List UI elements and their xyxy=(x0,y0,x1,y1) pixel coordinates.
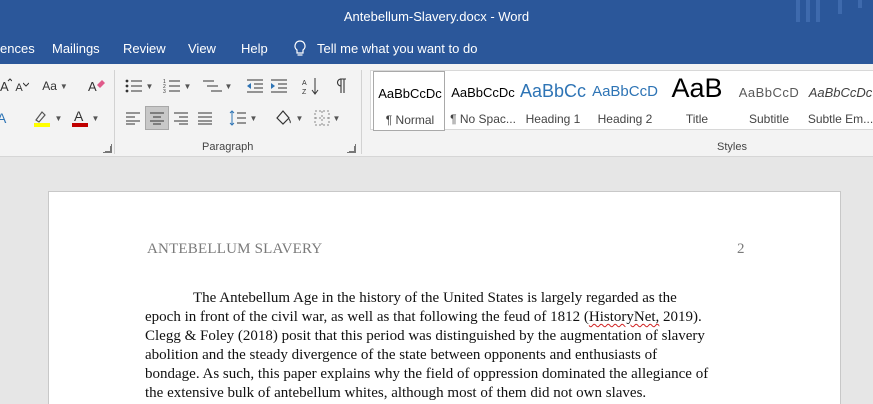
chevron-down-icon: ▼ xyxy=(332,113,341,123)
document-body[interactable]: The Antebellum Age in the history of the… xyxy=(145,289,750,403)
align-left-button[interactable] xyxy=(122,107,144,129)
text-line: Clegg & Foley (2018) posit that this per… xyxy=(145,328,705,344)
show-formatting-marks-button[interactable] xyxy=(332,75,350,97)
tell-me-box[interactable]: Tell me what you want to do xyxy=(293,40,477,56)
style-name: Heading 2 xyxy=(597,112,653,126)
style-subtitle[interactable]: AaBbCcD Subtitle xyxy=(733,71,805,131)
spelling-error[interactable]: HistoryNet, xyxy=(589,309,659,325)
styles-group-label: Styles xyxy=(717,141,747,153)
multilevel-list-button[interactable]: ▼ xyxy=(200,75,234,97)
change-case-label: Aa xyxy=(42,79,57,93)
style-preview: AaB xyxy=(671,73,723,103)
align-center-button[interactable] xyxy=(145,106,169,130)
styles-gallery: AaBbCcDc ¶ Normal AaBbCcDc ¶ No Spac... … xyxy=(370,70,873,131)
style-preview: AaBbCcDc xyxy=(451,85,515,100)
chevron-down-icon: ▼ xyxy=(295,113,304,123)
paragraph-dialog-launcher[interactable] xyxy=(347,144,356,153)
group-separator xyxy=(114,70,115,154)
ribbon-tabs: ences Mailings Review View Help Tell me … xyxy=(0,34,873,64)
text-run: 2019). xyxy=(659,309,702,325)
title-bar: Antebellum-Slavery.docx - Word xyxy=(0,0,873,34)
tab-help[interactable]: Help xyxy=(241,41,268,56)
style-title[interactable]: AaB Title xyxy=(661,71,733,131)
style-name: ¶ No Spac... xyxy=(450,112,516,126)
text-effects-button[interactable]: A xyxy=(0,107,10,129)
svg-text:A: A xyxy=(88,79,97,94)
text-line: The Antebellum Age in the history of the… xyxy=(193,290,677,306)
style-name: Heading 1 xyxy=(525,112,581,126)
group-separator xyxy=(361,70,362,154)
chevron-down-icon: ▼ xyxy=(183,81,192,91)
grow-font-button[interactable]: A xyxy=(0,75,12,97)
page-number: 2 xyxy=(737,241,745,257)
document-page[interactable]: ANTEBELLUM SLAVERY 2 The Antebellum Age … xyxy=(48,191,841,404)
align-right-button[interactable] xyxy=(170,107,192,129)
increase-indent-button[interactable] xyxy=(268,75,290,97)
numbering-button[interactable]: 1 2 3 ▼ xyxy=(160,75,194,97)
svg-text:3: 3 xyxy=(163,89,166,94)
style-name: ¶ Normal xyxy=(385,113,435,127)
text-line: the extensive bulk of antebellum whites,… xyxy=(145,385,647,401)
style-heading-2[interactable]: AaBbCcD Heading 2 xyxy=(589,71,661,131)
style-name: Title xyxy=(685,112,709,126)
window-title: Antebellum-Slavery.docx - Word xyxy=(343,9,530,24)
chevron-down-icon: ▼ xyxy=(224,81,233,91)
tab-review[interactable]: Review xyxy=(123,41,166,56)
bullets-button[interactable]: ▼ xyxy=(122,75,156,97)
style-name: Subtle Em... xyxy=(807,112,873,126)
tab-view[interactable]: View xyxy=(188,41,216,56)
svg-text:Z: Z xyxy=(302,89,307,95)
style-normal[interactable]: AaBbCcDc ¶ Normal xyxy=(373,71,445,131)
title-decoration xyxy=(806,0,810,22)
style-preview: AaBbCcDc xyxy=(378,86,442,101)
tell-me-text: Tell me what you want to do xyxy=(317,40,478,56)
page-header: ANTEBELLUM SLAVERY xyxy=(147,241,323,257)
chevron-down-icon: ▼ xyxy=(59,81,68,91)
sort-button[interactable]: AZ xyxy=(300,75,322,97)
decrease-indent-button[interactable] xyxy=(244,75,266,97)
justify-button[interactable] xyxy=(194,107,216,129)
text-line: bondage. As such, this paper explains wh… xyxy=(145,366,709,382)
text-line: abolition and the steady divergence of t… xyxy=(145,347,658,363)
svg-text:A: A xyxy=(0,110,7,126)
title-decoration xyxy=(816,0,820,22)
chevron-down-icon: ▼ xyxy=(145,81,154,91)
style-preview: AaBbCcD xyxy=(592,83,658,100)
shading-button[interactable]: ▼ xyxy=(270,107,306,129)
tab-mailings[interactable]: Mailings xyxy=(52,41,100,56)
style-name: Subtitle xyxy=(748,112,790,126)
ribbon: A A Aa ▼ A A ▼ A ▼ ▼ 1 2 3 ▼ ▼ AZ ▼ ▼ ▼ … xyxy=(0,64,873,157)
title-decoration xyxy=(796,0,800,22)
chevron-down-icon: ▼ xyxy=(249,113,258,123)
text-line: epoch in front of the civil war, as well… xyxy=(145,308,750,327)
style-preview: AaBbCcD xyxy=(738,85,800,100)
svg-text:A: A xyxy=(0,79,9,94)
title-decoration xyxy=(858,0,862,8)
paragraph-group-label: Paragraph xyxy=(202,141,254,153)
title-decoration xyxy=(838,0,842,14)
svg-text:A: A xyxy=(302,80,307,87)
lightbulb-icon xyxy=(293,40,307,56)
chevron-down-icon: ▼ xyxy=(91,113,100,123)
tab-references[interactable]: ences xyxy=(0,41,35,56)
font-dialog-launcher[interactable] xyxy=(103,144,112,153)
shrink-font-label: A xyxy=(15,82,23,94)
clear-formatting-button[interactable]: A xyxy=(86,75,106,97)
style-heading-1[interactable]: AaBbCc Heading 1 xyxy=(517,71,589,131)
borders-button[interactable]: ▼ xyxy=(310,107,344,129)
text-run: epoch in front of the civil war, as well… xyxy=(145,309,589,325)
change-case-button[interactable]: Aa ▼ xyxy=(40,75,70,97)
style-subtle-emphasis[interactable]: AaBbCcDc Subtle Em... xyxy=(807,71,873,131)
line-spacing-button[interactable]: ▼ xyxy=(226,107,260,129)
svg-text:A: A xyxy=(74,108,84,124)
highlight-color-button[interactable]: ▼ xyxy=(30,107,64,129)
style-preview: AaBbCcDc xyxy=(808,85,873,100)
shrink-font-button[interactable]: A xyxy=(12,77,32,99)
style-preview: AaBbCc xyxy=(519,81,587,101)
style-no-spacing[interactable]: AaBbCcDc ¶ No Spac... xyxy=(447,71,519,131)
chevron-down-icon: ▼ xyxy=(54,113,63,123)
font-color-button[interactable]: A ▼ xyxy=(68,107,102,129)
